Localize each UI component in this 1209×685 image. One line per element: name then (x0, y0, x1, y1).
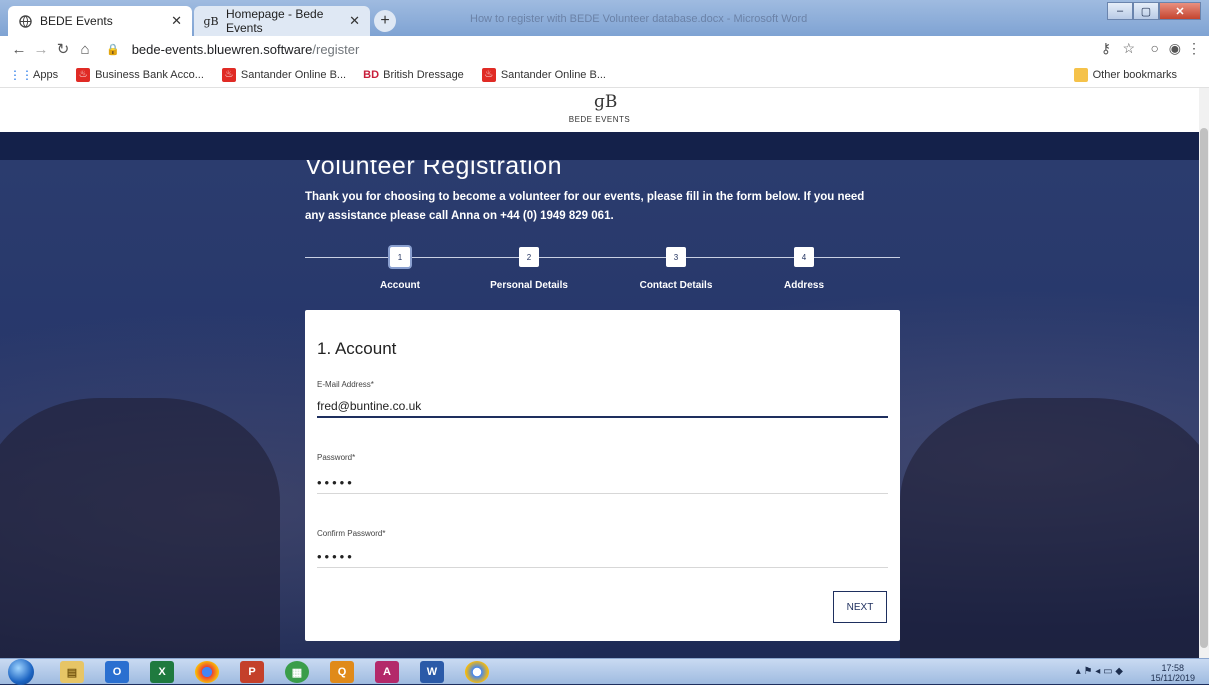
next-button[interactable]: NEXT (833, 591, 887, 623)
close-tab-icon[interactable]: ✕ (349, 13, 360, 29)
tab-bede-events[interactable]: BEDE Events ✕ (8, 6, 192, 36)
bookmarks-bar: ⋮⋮ Apps ♨ Business Bank Acco... ♨ Santan… (0, 62, 1209, 88)
password-label: Password* (317, 453, 356, 462)
key-icon[interactable]: ⚷ (1101, 40, 1111, 57)
windows-taskbar: ▤ O X P ▦ Q A W ▴ ⚑ ◂ ▭ ◆ 17:58 15/11/20… (0, 658, 1209, 685)
reload-icon[interactable]: ↻ (52, 40, 74, 58)
chrome-canary-icon[interactable] (465, 661, 489, 683)
outlook-icon[interactable]: O (105, 661, 129, 683)
santander-icon: ♨ (76, 67, 91, 82)
forward-arrow-icon[interactable]: → (30, 41, 52, 58)
url-field[interactable]: bede-events.bluewren.software/register (132, 42, 360, 57)
address-bar: ← → ↻ ⌂ 🔒 bede-events.bluewren.software/… (0, 36, 1209, 62)
start-button[interactable] (8, 659, 34, 685)
maximize-button[interactable]: ▢ (1133, 2, 1159, 20)
step-label: Contact Details (639, 280, 713, 291)
nav-banner (0, 132, 1199, 160)
browser-tab-bar: BEDE Events ✕ ɡB Homepage - Bede Events … (0, 0, 1209, 36)
close-window-button[interactable]: ✕ (1159, 2, 1201, 20)
menu-dots-icon[interactable]: ⋮ (1187, 40, 1201, 57)
password-field[interactable] (317, 472, 888, 494)
publisher-icon[interactable]: Q (330, 661, 354, 683)
bede-logo-icon: ɡB (203, 14, 219, 28)
bookmark-label: Other bookmarks (1092, 69, 1177, 81)
site-header: ɡB BEDE EVENTS (0, 88, 1199, 132)
clock-time: 17:58 (1161, 663, 1185, 673)
folder-icon (1073, 68, 1088, 82)
bookmark-label: British Dressage (383, 68, 464, 81)
url-host: bede-events.bluewren.software (131, 41, 313, 57)
confirm-password-label: Confirm Password* (317, 529, 386, 538)
tab-homepage[interactable]: ɡB Homepage - Bede Events ✕ (194, 6, 370, 36)
bookmark-label: Business Bank Acco... (95, 68, 204, 81)
bookmark-label: Santander Online B... (500, 68, 606, 81)
account-icon[interactable]: ◉ (1169, 40, 1181, 57)
step-1-account[interactable]: 1 (390, 247, 410, 267)
minimize-button[interactable]: – (1107, 2, 1133, 20)
star-icon[interactable]: ☆ (1122, 40, 1135, 57)
bookmark-british-dressage[interactable]: BD British Dressage (363, 68, 464, 82)
home-icon[interactable]: ⌂ (74, 41, 96, 58)
extension-icon[interactable]: ○ (1151, 40, 1159, 56)
bookmark-business-bank[interactable]: ♨ Business Bank Acco... (76, 67, 204, 82)
site-logo[interactable]: ɡB (594, 92, 617, 112)
lock-icon[interactable]: 🔒 (106, 43, 120, 56)
bookmark-apps[interactable]: ⋮⋮ Apps (9, 67, 59, 82)
new-tab-button[interactable]: + (374, 10, 396, 32)
apps-grid-icon: ⋮⋮ (9, 67, 33, 82)
other-bookmarks[interactable]: Other bookmarks (1073, 68, 1177, 82)
account-form-card: 1. Account E-Mail Address* Password* Con… (305, 310, 900, 641)
calculator-icon[interactable]: ▦ (285, 661, 309, 683)
page-title: Volunteer Registration (305, 160, 562, 180)
step-label: Personal Details (490, 280, 568, 291)
system-clock[interactable]: 17:58 15/11/2019 (1151, 663, 1195, 683)
bd-icon: BD (363, 68, 380, 81)
bookmark-label: Apps (33, 68, 59, 81)
registration-section: Volunteer Registration Thank you for cho… (0, 160, 1199, 658)
file-explorer-icon[interactable]: ▤ (60, 661, 84, 683)
tab-title: Homepage - Bede Events (226, 7, 324, 35)
site-logo-text: BEDE EVENTS (568, 115, 631, 124)
bookmark-santander-2[interactable]: ♨ Santander Online B... (481, 67, 606, 82)
background-photo-crowd (900, 398, 1199, 658)
globe-icon (18, 14, 32, 28)
bookmark-label: Santander Online B... (240, 68, 347, 81)
clock-date: 15/11/2019 (1150, 673, 1195, 683)
step-4-address[interactable]: 4 (794, 247, 814, 267)
page-scrollbar[interactable] (1199, 88, 1209, 658)
tab-title: BEDE Events (40, 14, 113, 28)
step-3-contact-details[interactable]: 3 (666, 247, 686, 267)
step-label: Account (380, 280, 420, 291)
access-icon[interactable]: A (375, 661, 399, 683)
step-label: Address (783, 280, 824, 291)
step-2-personal-details[interactable]: 2 (519, 247, 539, 267)
form-section-title: 1. Account (317, 339, 397, 358)
background-window-title: How to register with BEDE Volunteer data… (470, 13, 808, 25)
background-photo-crowd (0, 398, 280, 658)
back-arrow-icon[interactable]: ← (8, 41, 30, 58)
bookmark-santander-1[interactable]: ♨ Santander Online B... (221, 67, 347, 82)
word-icon[interactable]: W (420, 661, 444, 683)
excel-icon[interactable]: X (150, 661, 174, 683)
santander-icon: ♨ (481, 67, 496, 82)
close-tab-icon[interactable]: ✕ (171, 13, 182, 29)
window-controls: – ▢ ✕ (1107, 2, 1201, 20)
email-label: E-Mail Address* (317, 380, 374, 389)
powerpoint-icon[interactable]: P (240, 661, 264, 683)
confirm-password-field[interactable] (317, 546, 888, 568)
scrollbar-thumb[interactable] (1200, 128, 1208, 648)
chrome-icon[interactable] (195, 661, 219, 683)
system-tray-icons[interactable]: ▴ ⚑ ◂ ▭ ◆ (1076, 666, 1123, 677)
url-path: /register (312, 41, 360, 57)
intro-text: Thank you for choosing to become a volun… (305, 191, 865, 222)
santander-icon: ♨ (221, 67, 236, 82)
email-field[interactable] (317, 396, 888, 418)
